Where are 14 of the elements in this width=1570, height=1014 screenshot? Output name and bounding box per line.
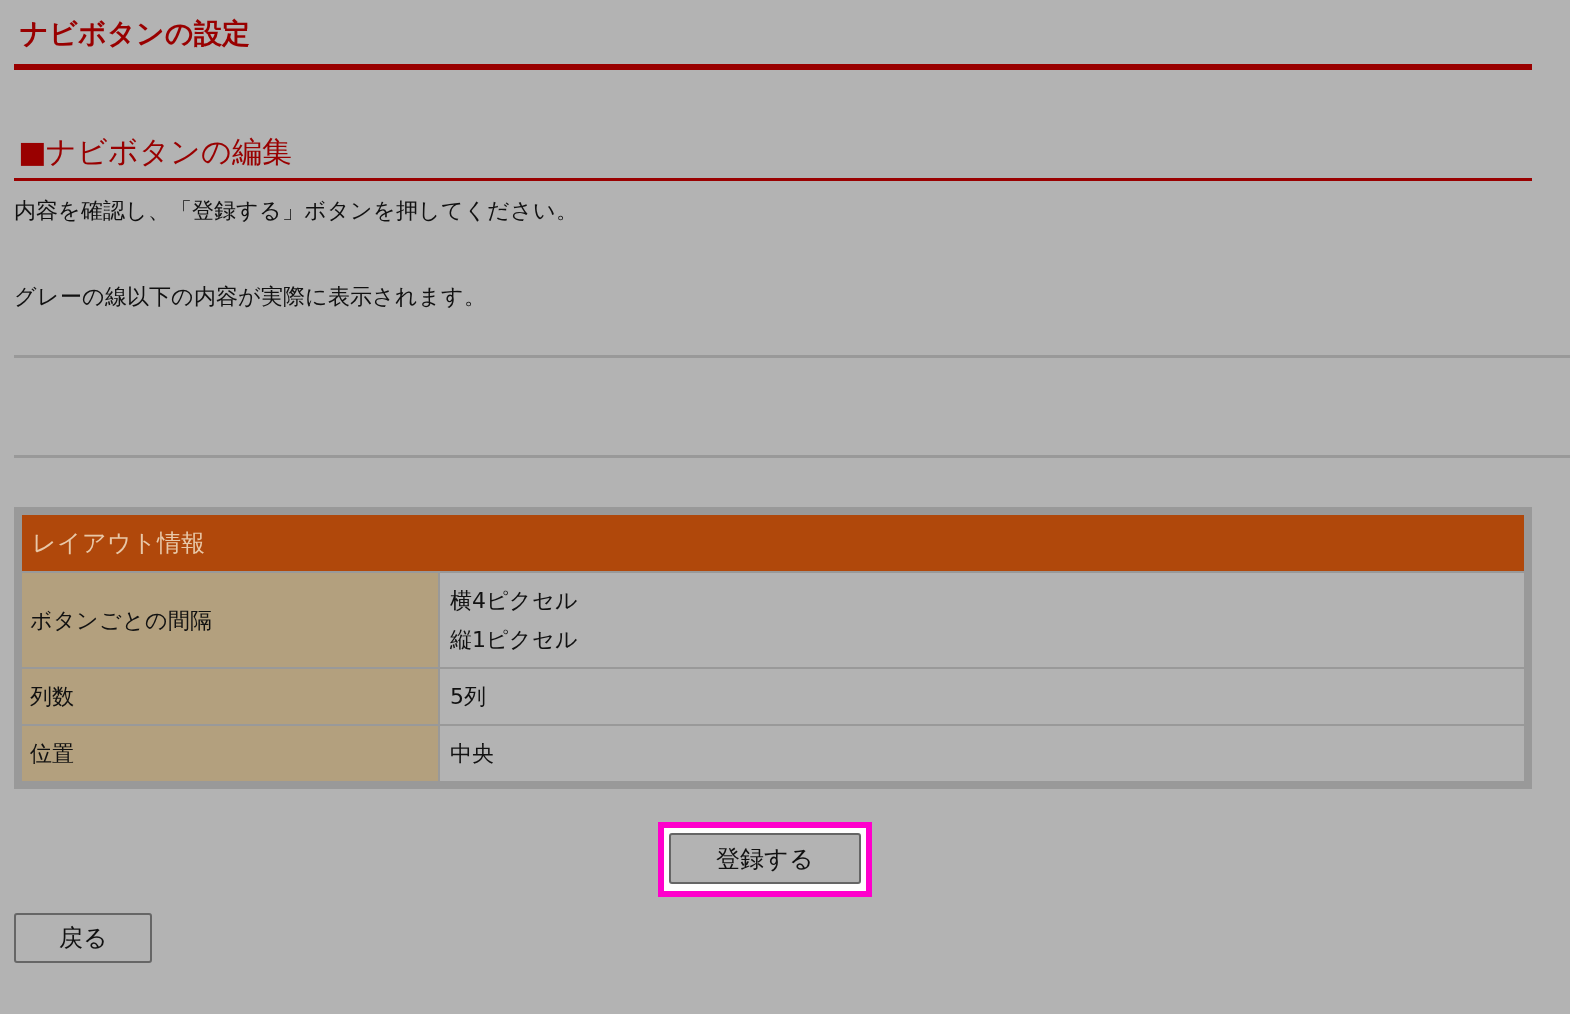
table-cell: ボタンごとの間隔 — [22, 571, 438, 667]
table-cell: 位置 — [22, 724, 438, 781]
register-button[interactable]: 登録する — [669, 833, 861, 884]
section-title: ■ナビボタンの編集 — [14, 132, 1532, 181]
page-title: ナビボタンの設定 — [14, 0, 1532, 70]
instruction-text: 内容を確認し、「登録する」ボタンを押してください。 — [14, 197, 578, 225]
table-cell-text: 縦1ピクセル — [450, 626, 578, 654]
table-cell-text: 5列 — [450, 683, 486, 711]
table-cell-text: 中央 — [450, 740, 494, 768]
table-cell: 列数 — [22, 667, 438, 724]
table-cell-text: 横4ピクセル — [450, 587, 578, 615]
instruction-text: グレーの線以下の内容が実際に表示されます。 — [14, 283, 486, 311]
table-header: レイアウト情報 — [22, 515, 1524, 571]
back-button[interactable]: 戻る — [14, 913, 152, 963]
